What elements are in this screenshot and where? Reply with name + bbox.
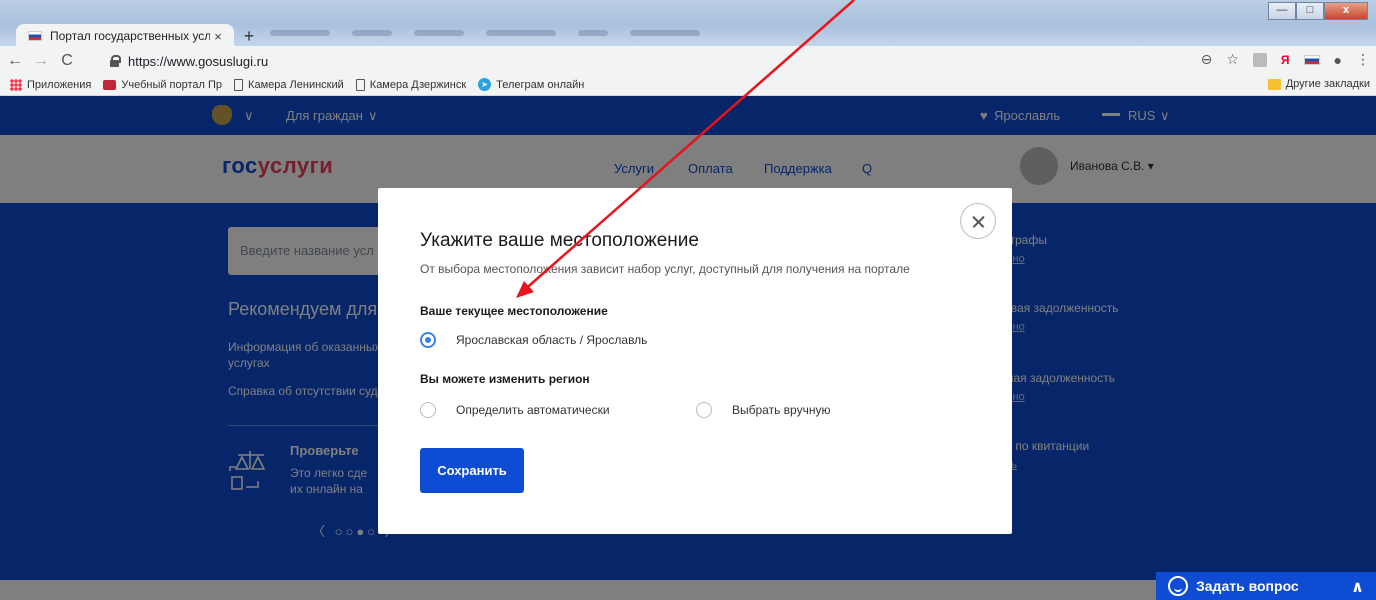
flag-extension-icon[interactable] [1303,54,1320,65]
minimize-button[interactable]: — [1268,2,1296,20]
current-location-value: Ярославская область / Ярославль [456,333,648,347]
location-modal: Укажите ваше местоположение От выбора ме… [378,188,1012,534]
change-region-label: Вы можете изменить регион [420,372,590,386]
current-location-option[interactable]: Ярославская область / Ярославль [420,332,647,348]
graduation-cap-icon [103,79,117,90]
radio-checked-icon[interactable] [420,332,436,348]
maximize-button[interactable]: □ [1296,2,1324,20]
forward-arrow-icon[interactable]: → [30,52,52,70]
modal-title: Укажите ваше местоположение [420,230,699,251]
bookmark-label: Телеграм онлайн [496,78,585,91]
telegram-icon: ➤ [478,78,492,91]
toolbar-icons: ⊖ ☆ Я ● ⋮ [1201,51,1370,68]
zoom-icon[interactable]: ⊖ [1201,51,1213,68]
profile-icon[interactable]: ● [1334,52,1342,68]
yandex-icon[interactable]: Я [1281,53,1290,67]
other-bookmarks-label: Другие закладки [1285,78,1370,90]
chat-face-icon [1168,576,1188,596]
manual-select-option[interactable]: Выбрать вручную [696,402,830,418]
new-tab-button[interactable]: + [238,26,260,46]
page-icon [355,78,365,91]
bookmark-label: Камера Дзержинск [369,78,467,91]
url-text: https://www.gosuslugi.ru [128,53,269,69]
bookmark-label: Приложения [27,78,92,91]
radio-unchecked-icon[interactable] [420,402,436,418]
blurred-tabs [270,30,770,40]
modal-subtitle: От выбора местоположения зависит набор у… [420,262,910,276]
back-arrow-icon[interactable]: ← [4,52,26,70]
other-bookmarks[interactable]: Другие закладки [1267,78,1370,90]
save-button[interactable]: Сохранить [420,448,524,493]
lock-icon [108,55,121,67]
window-controls: — □ x [1268,2,1368,20]
bookmark-label: Камера Ленинский [248,78,344,91]
browser-toolbar: ← → C https://www.gosuslugi.ru ⊖ ☆ Я ● ⋮… [0,46,1376,96]
ask-question-label: Задать вопрос [1196,578,1299,594]
auto-detect-label: Определить автоматически [456,403,610,417]
reload-icon[interactable]: C [56,52,78,70]
folder-icon [1267,78,1281,90]
bookmark-telegram[interactable]: ➤ Телеграм онлайн [478,78,584,91]
auto-detect-option[interactable]: Определить автоматически [420,402,610,418]
page-icon [234,78,244,91]
kebab-menu-icon[interactable]: ⋮ [1356,51,1370,68]
bookmark-star-icon[interactable]: ☆ [1226,51,1239,68]
radio-unchecked-icon[interactable] [696,402,712,418]
window-close-button[interactable]: x [1324,2,1368,20]
window-titlebar: Портал государственных услуг × + — □ x [0,0,1376,48]
close-icon[interactable] [960,203,996,239]
browser-tab[interactable]: Портал государственных услуг × [16,24,234,48]
address-bar[interactable]: https://www.gosuslugi.ru [108,51,1168,71]
bookmark-camera-dzerzhinsky[interactable]: Камера Дзержинск [355,78,467,91]
bookmarks-bar: Приложения Учебный портал Пр Камера Лени… [0,74,1376,96]
bookmark-camera-leninsky[interactable]: Камера Ленинский [234,78,344,91]
flag-favicon-icon [28,31,42,41]
current-location-label: Ваше текущее местоположение [420,304,608,318]
page-viewport: ∨ Для граждан ∨ ♥ Ярославль RUS ∨ госусл… [0,96,1376,600]
extension-icon[interactable] [1252,52,1267,67]
tab-close-icon[interactable]: × [210,29,226,44]
manual-select-label: Выбрать вручную [732,403,831,417]
tab-title: Портал государственных услуг [50,29,210,43]
bookmark-label: Учебный портал Пр [121,78,223,91]
ask-question-button[interactable]: Задать вопрос ∧ [1156,572,1376,600]
chevron-up-icon[interactable]: ∧ [1351,577,1364,597]
bookmark-study-portal[interactable]: Учебный портал Пр [103,79,222,91]
apps-grid-icon [10,78,22,91]
bookmark-apps[interactable]: Приложения [10,78,92,91]
